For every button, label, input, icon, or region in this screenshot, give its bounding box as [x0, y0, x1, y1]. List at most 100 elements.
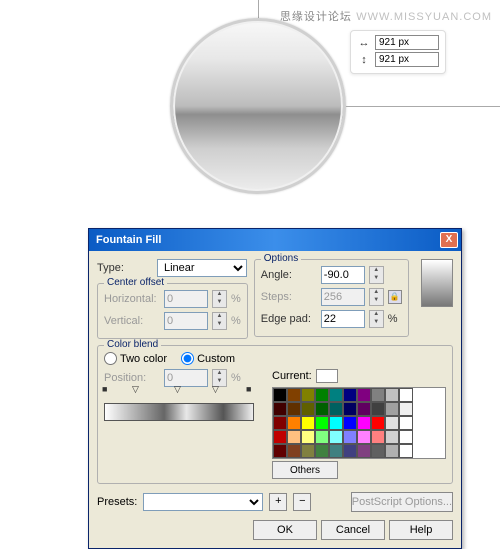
- gradient-bar[interactable]: [104, 403, 254, 421]
- color-swatch[interactable]: [399, 430, 413, 444]
- color-swatch[interactable]: [385, 388, 399, 402]
- color-swatch[interactable]: [301, 402, 315, 416]
- color-swatch[interactable]: [357, 444, 371, 458]
- color-swatch[interactable]: [399, 444, 413, 458]
- others-button[interactable]: Others: [272, 461, 338, 479]
- preset-add-button[interactable]: +: [269, 493, 287, 511]
- color-swatch[interactable]: [315, 388, 329, 402]
- width-icon: ↔: [357, 37, 371, 49]
- horizontal-input: [164, 290, 208, 308]
- color-swatch[interactable]: [301, 430, 315, 444]
- presets-label: Presets:: [97, 496, 137, 508]
- color-swatch[interactable]: [371, 388, 385, 402]
- color-blend-group: Color blend Two color Custom Position: ▲…: [97, 345, 453, 484]
- horizontal-label: Horizontal:: [104, 293, 160, 305]
- color-swatch[interactable]: [343, 430, 357, 444]
- close-button[interactable]: X: [440, 232, 458, 248]
- height-value: 921 px: [375, 52, 439, 67]
- cancel-button[interactable]: Cancel: [321, 520, 385, 540]
- current-label: Current:: [272, 370, 312, 382]
- postscript-button: PostScript Options...: [351, 492, 453, 512]
- color-swatch[interactable]: [329, 444, 343, 458]
- help-button[interactable]: Help: [389, 520, 453, 540]
- pct-label: %: [231, 293, 241, 305]
- pct-label-2: %: [231, 315, 241, 327]
- color-swatch[interactable]: [371, 430, 385, 444]
- current-color-box: [316, 369, 338, 383]
- color-swatch[interactable]: [343, 444, 357, 458]
- color-swatch[interactable]: [343, 388, 357, 402]
- preview-sphere: [170, 18, 346, 194]
- color-swatch[interactable]: [385, 444, 399, 458]
- presets-select[interactable]: [143, 493, 263, 511]
- color-swatch[interactable]: [301, 444, 315, 458]
- color-swatch[interactable]: [399, 402, 413, 416]
- vertical-spinner: ▲▼: [212, 312, 227, 330]
- color-swatch[interactable]: [385, 430, 399, 444]
- pct-label-3: %: [388, 313, 398, 325]
- custom-radio[interactable]: Custom: [181, 352, 235, 365]
- color-swatches[interactable]: [272, 387, 446, 459]
- color-swatch[interactable]: [273, 430, 287, 444]
- titlebar[interactable]: Fountain Fill X: [89, 229, 461, 251]
- color-swatch[interactable]: [273, 388, 287, 402]
- color-swatch[interactable]: [385, 402, 399, 416]
- two-color-radio[interactable]: Two color: [104, 352, 167, 365]
- color-swatch[interactable]: [315, 444, 329, 458]
- color-swatch[interactable]: [357, 388, 371, 402]
- color-swatch[interactable]: [315, 402, 329, 416]
- dialog-title: Fountain Fill: [92, 234, 161, 246]
- color-swatch[interactable]: [301, 416, 315, 430]
- angle-spinner[interactable]: ▲▼: [369, 266, 384, 284]
- color-swatch[interactable]: [399, 416, 413, 430]
- color-blend-title: Color blend: [104, 339, 161, 350]
- color-swatch[interactable]: [371, 416, 385, 430]
- ok-button[interactable]: OK: [253, 520, 317, 540]
- type-select[interactable]: Linear: [157, 259, 247, 277]
- color-swatch[interactable]: [357, 402, 371, 416]
- color-swatch[interactable]: [357, 430, 371, 444]
- preset-remove-button[interactable]: −: [293, 493, 311, 511]
- vertical-input: [164, 312, 208, 330]
- color-swatch[interactable]: [371, 444, 385, 458]
- edgepad-input[interactable]: [321, 310, 365, 328]
- watermark: 思缘设计论坛 WWW.MISSYUAN.COM: [280, 8, 492, 24]
- color-swatch[interactable]: [287, 444, 301, 458]
- edgepad-spinner[interactable]: ▲▼: [369, 310, 384, 328]
- fountain-fill-dialog: Fountain Fill X Type: Linear Center offs…: [88, 228, 462, 549]
- color-swatch[interactable]: [329, 388, 343, 402]
- color-swatch[interactable]: [329, 430, 343, 444]
- steps-input: [321, 288, 365, 306]
- color-swatch[interactable]: [329, 416, 343, 430]
- color-swatch[interactable]: [315, 430, 329, 444]
- watermark-en: WWW.MISSYUAN.COM: [356, 11, 492, 23]
- type-label: Type:: [97, 262, 153, 274]
- angle-input[interactable]: [321, 266, 365, 284]
- color-swatch[interactable]: [287, 416, 301, 430]
- color-swatch[interactable]: [371, 402, 385, 416]
- color-swatch[interactable]: [273, 444, 287, 458]
- color-swatch[interactable]: [343, 402, 357, 416]
- angle-label: Angle:: [261, 269, 317, 281]
- color-swatch[interactable]: [273, 402, 287, 416]
- custom-label: Custom: [197, 353, 235, 365]
- options-title: Options: [261, 253, 301, 264]
- horizontal-spinner: ▲▼: [212, 290, 227, 308]
- color-swatch[interactable]: [343, 416, 357, 430]
- gradient-preview: [421, 259, 453, 307]
- options-group: Options Angle: ▲▼ Steps: ▲▼ 🔒 Edge pad:: [254, 259, 409, 337]
- color-swatch[interactable]: [287, 388, 301, 402]
- color-swatch[interactable]: [287, 402, 301, 416]
- color-swatch[interactable]: [315, 416, 329, 430]
- color-swatch[interactable]: [273, 416, 287, 430]
- color-swatch[interactable]: [301, 388, 315, 402]
- color-swatch[interactable]: [385, 416, 399, 430]
- pct-label-4: %: [231, 372, 241, 384]
- color-swatch[interactable]: [329, 402, 343, 416]
- width-value: 921 px: [375, 35, 439, 50]
- color-swatch[interactable]: [357, 416, 371, 430]
- position-input: [164, 369, 208, 387]
- color-swatch[interactable]: [399, 388, 413, 402]
- lock-icon[interactable]: 🔒: [388, 290, 402, 304]
- color-swatch[interactable]: [287, 430, 301, 444]
